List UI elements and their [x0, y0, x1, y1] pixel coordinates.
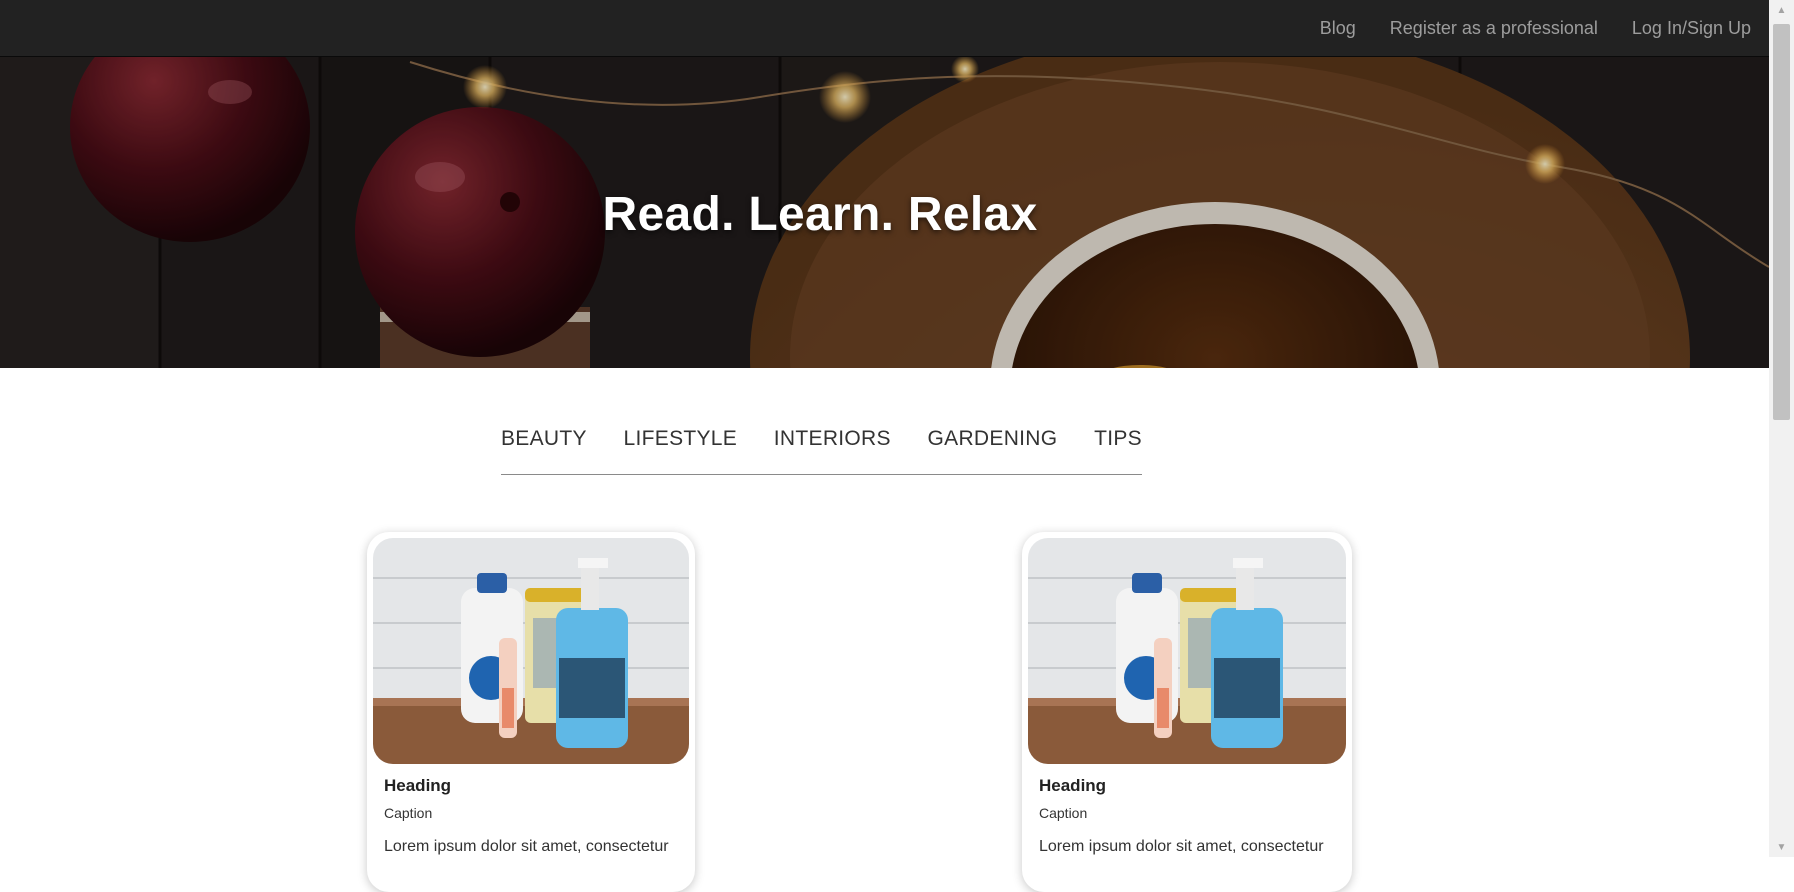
card-text: Lorem ipsum dolor sit amet, consectetur — [384, 838, 669, 855]
nav-link-blog[interactable]: Blog — [1320, 18, 1356, 39]
article-card-1[interactable]: Heading Caption Lorem ipsum dolor sit am… — [367, 532, 695, 892]
nav-link-login-signup[interactable]: Log In/Sign Up — [1632, 18, 1751, 39]
card-text: Lorem ipsum dolor sit amet, consectetur — [1039, 838, 1324, 855]
category-tabs: BEAUTY LIFESTYLE INTERIORS GARDENING TIP… — [501, 418, 1142, 475]
card-heading: Heading — [384, 776, 452, 795]
arrow-up-icon[interactable]: ▲ — [1769, 0, 1794, 20]
tab-beauty[interactable]: BEAUTY — [501, 418, 587, 474]
card-image — [373, 538, 689, 764]
card-image — [1028, 538, 1346, 764]
tab-gardening[interactable]: GARDENING — [928, 418, 1058, 474]
tab-interiors[interactable]: INTERIORS — [774, 418, 891, 474]
nav-links: Blog Register as a professional Log In/S… — [1286, 0, 1751, 57]
hero-title: Read. Learn. Relax — [602, 188, 1038, 241]
article-card-2[interactable]: Heading Caption Lorem ipsum dolor sit am… — [1022, 532, 1352, 892]
arrow-down-icon[interactable]: ▼ — [1769, 837, 1794, 857]
card-caption: Caption — [1039, 805, 1088, 821]
card-caption: Caption — [384, 805, 433, 821]
tab-lifestyle[interactable]: LIFESTYLE — [624, 418, 738, 474]
hero-banner: Read. Learn. Relax — [0, 57, 1769, 368]
card-heading: Heading — [1039, 776, 1107, 795]
scrollbar-thumb[interactable] — [1773, 24, 1790, 420]
tab-tips[interactable]: TIPS — [1094, 418, 1142, 474]
top-navbar: Blog Register as a professional Log In/S… — [0, 0, 1769, 57]
nav-link-register-professional[interactable]: Register as a professional — [1390, 18, 1598, 39]
page-scrollbar[interactable]: ▲ ▼ — [1769, 0, 1794, 857]
